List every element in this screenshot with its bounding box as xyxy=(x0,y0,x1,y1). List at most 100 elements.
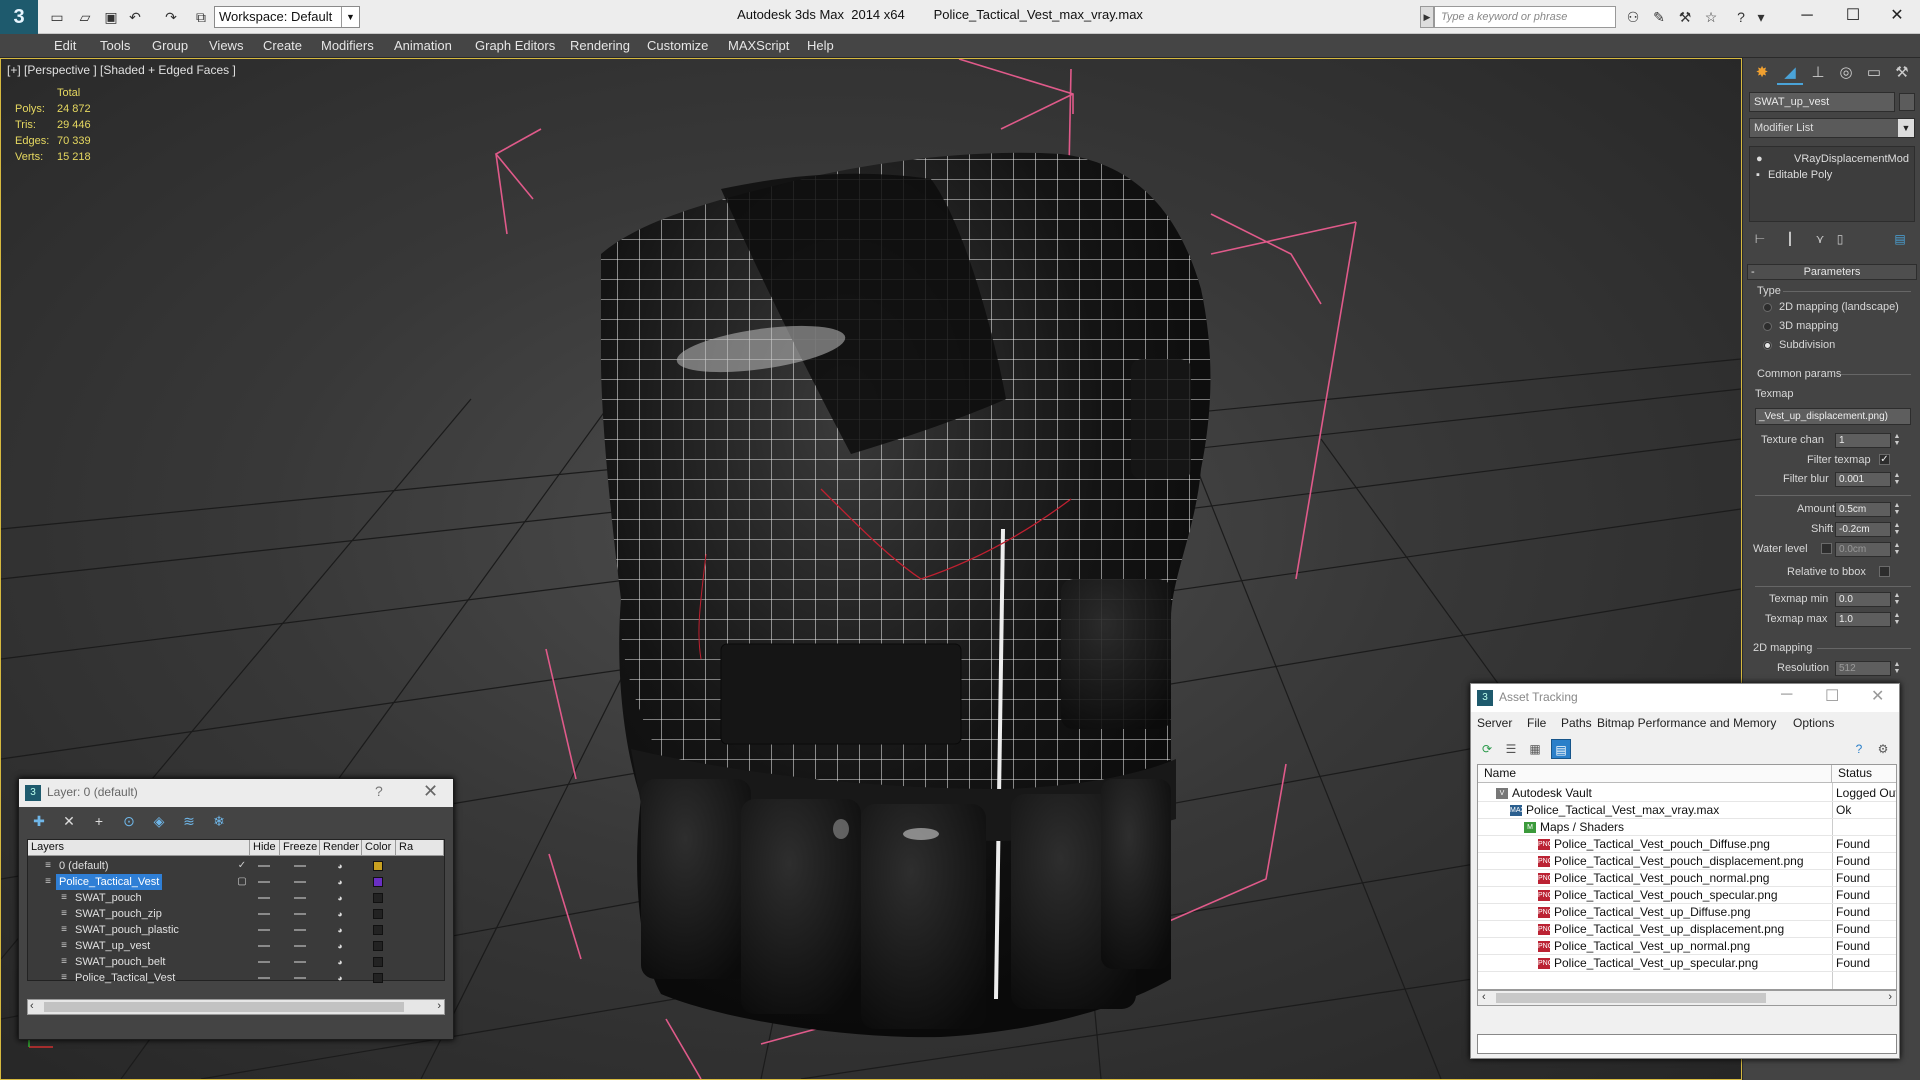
hide-toggle[interactable] xyxy=(258,977,270,979)
highlight-selected-icon[interactable]: ◈ xyxy=(147,811,171,831)
render-teapot-icon[interactable]: ◕ xyxy=(334,972,346,984)
maximize-icon[interactable]: ☐ xyxy=(1825,686,1839,706)
render-teapot-icon[interactable]: ◕ xyxy=(334,924,346,936)
column-header-name[interactable]: Name xyxy=(1478,765,1832,783)
water-level-checkbox[interactable] xyxy=(1821,543,1832,554)
make-unique-icon[interactable]: ⋎ xyxy=(1809,230,1831,248)
render-teapot-icon[interactable]: ◕ xyxy=(334,876,346,888)
set-current-layer-icon[interactable]: ▢ xyxy=(236,876,248,888)
freeze-toggle[interactable] xyxy=(294,913,306,915)
freeze-toggle[interactable] xyxy=(294,961,306,963)
layer-row[interactable]: ≡ 0 (default) ✓ ◕ xyxy=(28,858,444,874)
freeze-toggle[interactable] xyxy=(294,977,306,979)
hide-toggle[interactable] xyxy=(258,865,270,867)
object-name-field[interactable]: SWAT_up_vest xyxy=(1749,92,1895,112)
configure-modifier-sets-icon[interactable]: ▤ xyxy=(1889,230,1911,248)
menu-rendering[interactable]: Rendering xyxy=(570,38,630,53)
hide-unhide-all-icon[interactable]: ≋ xyxy=(177,811,201,831)
table-view-icon[interactable]: ▤ xyxy=(1551,739,1571,759)
freeze-toggle[interactable] xyxy=(294,929,306,931)
freeze-toggle[interactable] xyxy=(294,897,306,899)
hide-toggle[interactable] xyxy=(258,945,270,947)
render-teapot-icon[interactable]: ◕ xyxy=(334,908,346,920)
freeze-toggle[interactable] xyxy=(294,945,306,947)
binoculars-icon[interactable]: ⚇ xyxy=(1622,7,1644,27)
motion-tab-icon[interactable]: ◎ xyxy=(1833,61,1859,85)
minimize-icon[interactable]: ─ xyxy=(1784,0,1830,34)
column-header-layers[interactable]: Layers xyxy=(28,840,250,856)
layer-color-swatch[interactable] xyxy=(373,957,383,967)
layer-dialog-titlebar[interactable]: 3 Layer: 0 (default) ? ✕ xyxy=(19,779,453,807)
delete-layer-icon[interactable]: ✕ xyxy=(57,811,81,831)
subscription-icon[interactable]: ✎ xyxy=(1648,7,1670,27)
resolution-field[interactable]: 512 xyxy=(1835,661,1891,676)
filter-texmap-checkbox[interactable]: ✓ xyxy=(1879,454,1890,465)
communication-icon[interactable]: ⚒ xyxy=(1674,7,1696,27)
column-header-radiosity[interactable]: Ra xyxy=(396,840,444,856)
help-dropdown-icon[interactable]: ▾ xyxy=(1750,7,1772,27)
filter-blur-field[interactable]: 0.001 xyxy=(1835,472,1891,487)
layer-name[interactable]: Police_Tactical_Vest xyxy=(56,874,163,890)
asset-row[interactable]: PNG Police_Tactical_Vest_pouch_normal.png… xyxy=(1478,870,1896,887)
menu-paths[interactable]: Paths xyxy=(1561,716,1592,730)
radio-2d-mapping[interactable] xyxy=(1763,303,1772,312)
asset-row[interactable]: PNG Police_Tactical_Vest_up_displacement.… xyxy=(1478,921,1896,938)
layer-scrollbar[interactable]: ‹ › xyxy=(27,999,445,1015)
minimize-icon[interactable]: ─ xyxy=(1781,686,1792,704)
hide-toggle[interactable] xyxy=(258,961,270,963)
menu-options[interactable]: Options xyxy=(1793,716,1834,730)
menu-create[interactable]: Create xyxy=(263,38,302,53)
layer-name[interactable]: SWAT_pouch xyxy=(72,890,145,906)
stack-item-editable-poly[interactable]: ▪ Editable Poly xyxy=(1756,167,1832,183)
asset-row[interactable]: PNG Police_Tactical_Vest_pouch_displaceme… xyxy=(1478,853,1896,870)
freeze-unfreeze-all-icon[interactable]: ❄ xyxy=(207,811,231,831)
asset-row[interactable]: MAX Police_Tactical_Vest_max_vray.max Ok xyxy=(1478,802,1896,819)
spinner-icon[interactable]: ▲ ▼ xyxy=(1893,472,1901,487)
maximize-icon[interactable]: ☐ xyxy=(1830,0,1876,34)
render-teapot-icon[interactable]: ◕ xyxy=(334,956,346,968)
display-tab-icon[interactable]: ▭ xyxy=(1861,61,1887,85)
layer-row[interactable]: ≡ SWAT_pouch_plastic ◕ xyxy=(28,922,444,938)
help-icon[interactable]: ? xyxy=(1730,7,1752,27)
show-end-result-icon[interactable]: ┃ xyxy=(1779,230,1801,248)
column-header-render[interactable]: Render xyxy=(320,840,362,856)
layer-color-swatch[interactable] xyxy=(373,909,383,919)
freeze-toggle[interactable] xyxy=(294,865,306,867)
redo-icon[interactable]: ↷ xyxy=(160,7,182,27)
hide-toggle[interactable] xyxy=(258,881,270,883)
freeze-toggle[interactable] xyxy=(294,881,306,883)
amount-field[interactable]: 0.5cm xyxy=(1835,502,1891,517)
layer-color-swatch[interactable] xyxy=(373,893,383,903)
lightbulb-icon[interactable]: ● xyxy=(1756,151,1768,167)
relative-bbox-checkbox[interactable] xyxy=(1879,566,1890,577)
menu-animation[interactable]: Animation xyxy=(394,38,452,53)
asset-row[interactable]: M Maps / Shaders xyxy=(1478,819,1896,836)
layer-name[interactable]: SWAT_pouch_belt xyxy=(72,954,169,970)
asset-tracking-titlebar[interactable]: 3 Asset Tracking ─ ☐ ✕ xyxy=(1471,684,1899,712)
menu-help[interactable]: Help xyxy=(807,38,834,53)
spinner-icon[interactable]: ▲ ▼ xyxy=(1893,612,1901,627)
menu-views[interactable]: Views xyxy=(209,38,243,53)
select-objects-icon[interactable]: ⊙ xyxy=(117,811,141,831)
layer-name[interactable]: Police_Tactical_Vest xyxy=(72,970,178,986)
spinner-icon[interactable]: ▲ ▼ xyxy=(1893,661,1901,676)
search-expand-icon[interactable]: ▶ xyxy=(1420,6,1434,28)
stack-item-vray-displacement[interactable]: ● VRayDisplacementMod xyxy=(1756,151,1909,167)
undo-icon[interactable]: ↶ xyxy=(124,7,146,27)
texture-chan-field[interactable]: 1 xyxy=(1835,433,1891,448)
scroll-right-icon[interactable]: › xyxy=(1888,991,1892,1003)
list-view-icon[interactable]: ☰ xyxy=(1501,739,1521,759)
asset-row[interactable]: PNG Police_Tactical_Vest_pouch_specular.p… xyxy=(1478,887,1896,904)
column-header-status[interactable]: Status xyxy=(1832,765,1896,783)
object-color-swatch[interactable] xyxy=(1899,93,1915,111)
refresh-icon[interactable]: ⟳ xyxy=(1477,739,1497,759)
hide-toggle[interactable] xyxy=(258,897,270,899)
layer-name[interactable]: 0 (default) xyxy=(56,858,112,874)
layer-color-swatch[interactable] xyxy=(373,973,383,983)
layer-name[interactable]: SWAT_pouch_zip xyxy=(72,906,165,922)
radio-subdivision[interactable] xyxy=(1763,341,1772,350)
thumbnail-view-icon[interactable]: ▦ xyxy=(1525,739,1545,759)
column-header-freeze[interactable]: Freeze xyxy=(280,840,320,856)
hide-toggle[interactable] xyxy=(258,913,270,915)
close-icon[interactable]: ✕ xyxy=(1874,0,1920,34)
